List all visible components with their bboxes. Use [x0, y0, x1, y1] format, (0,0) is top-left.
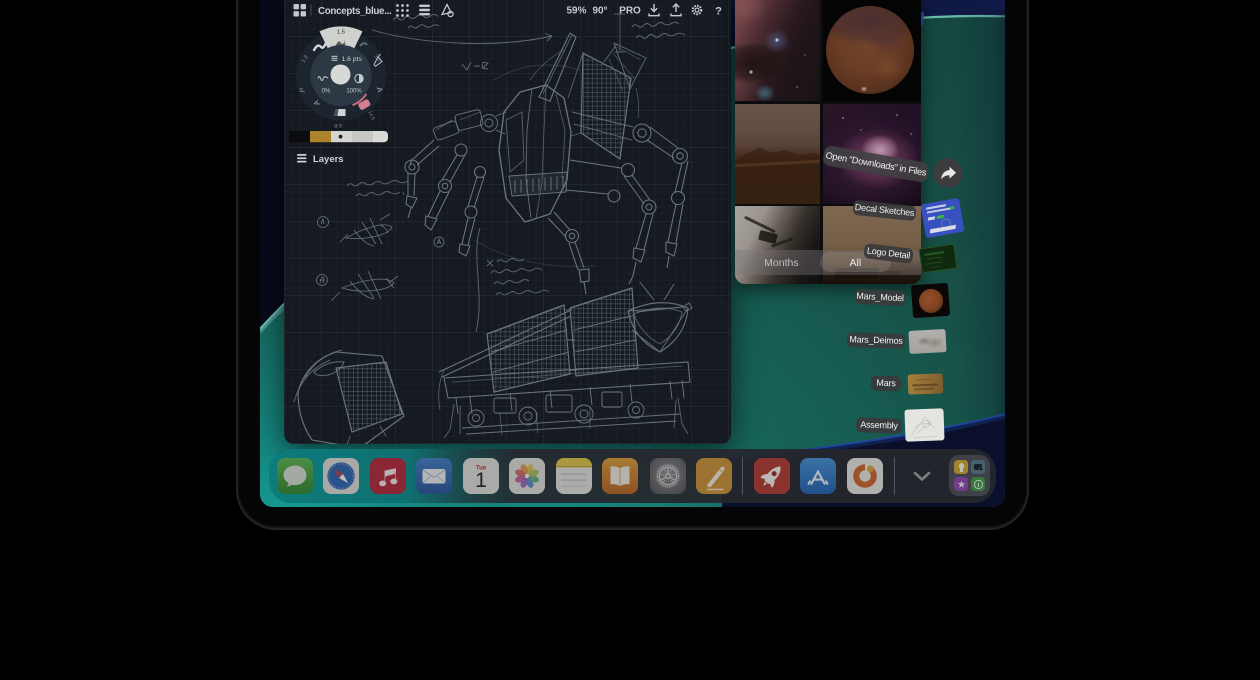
svg-text:PRO: PRO	[619, 6, 641, 17]
svg-text:6.8: 6.8	[334, 122, 342, 129]
svg-text:90°: 90°	[592, 6, 607, 17]
svg-text:?: ?	[715, 6, 722, 18]
svg-text:Concepts_blue...: Concepts_blue...	[318, 6, 392, 17]
svg-text:0%: 0%	[322, 89, 331, 95]
svg-text:1.5: 1.5	[337, 30, 345, 36]
svg-text:1.6 pts: 1.6 pts	[341, 56, 362, 63]
svg-text:1: 1	[475, 469, 487, 492]
svg-text:100%: 100%	[346, 89, 362, 95]
svg-text:59%: 59%	[566, 6, 586, 17]
svg-text:14.5: 14.5	[366, 110, 376, 122]
svg-text:Layers: Layers	[313, 154, 344, 165]
